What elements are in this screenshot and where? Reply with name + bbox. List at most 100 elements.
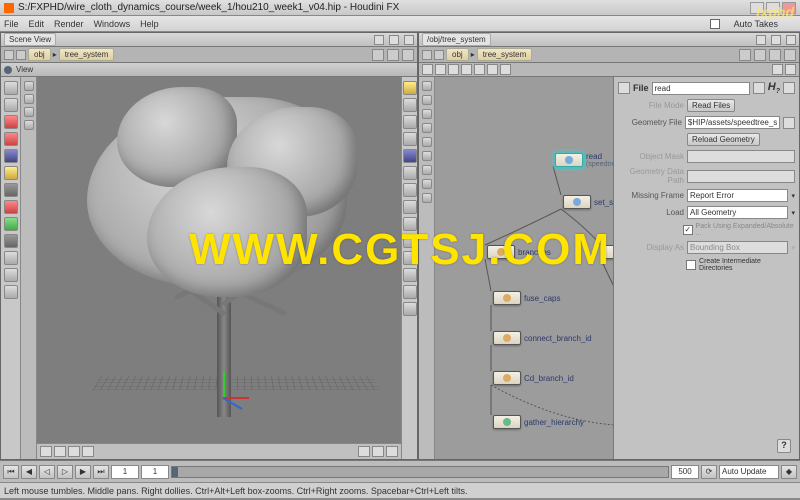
ns7-icon[interactable] <box>422 165 432 175</box>
disp11-icon[interactable] <box>403 251 417 265</box>
path-fwd-icon[interactable] <box>16 50 26 60</box>
nt1-icon[interactable] <box>422 64 433 75</box>
pane2-max-icon[interactable] <box>771 35 781 45</box>
vp-b3-icon[interactable] <box>68 446 80 457</box>
disp1-icon[interactable] <box>403 81 417 95</box>
net-opt-icon[interactable] <box>754 49 766 61</box>
play-prev-button[interactable]: ◀ <box>21 465 37 479</box>
handle-tool-icon[interactable] <box>4 149 18 163</box>
disp8-icon[interactable] <box>403 200 417 214</box>
net-find-icon[interactable] <box>739 49 751 61</box>
nt3-icon[interactable] <box>448 64 459 75</box>
disp12-icon[interactable] <box>403 268 417 282</box>
disp6-icon[interactable] <box>403 166 417 180</box>
misc-tool-icon[interactable] <box>4 251 18 265</box>
nt8-icon[interactable] <box>772 64 783 75</box>
menu-help[interactable]: Help <box>140 19 159 29</box>
ns9-icon[interactable] <box>422 193 432 203</box>
network-canvas[interactable]: read(speedtree_seed_1.bgeo.gz)set_scaleb… <box>419 77 799 459</box>
misc3-tool-icon[interactable] <box>4 285 18 299</box>
net-fwd-icon[interactable] <box>434 50 444 60</box>
disp10-icon[interactable] <box>403 234 417 248</box>
ns8-icon[interactable] <box>422 179 432 189</box>
vp-b5-icon[interactable] <box>358 446 370 457</box>
nt4-icon[interactable] <box>461 64 472 75</box>
flag-icon[interactable] <box>753 82 765 94</box>
play-last-button[interactable]: ⏭ <box>93 465 109 479</box>
key-icon[interactable]: ◆ <box>781 465 797 479</box>
ns3-icon[interactable] <box>422 109 432 119</box>
node-branches[interactable]: branches <box>487 245 551 259</box>
realtime-icon[interactable]: ⟳ <box>701 465 717 479</box>
menu-render[interactable]: Render <box>54 19 84 29</box>
viewport-opt3-icon[interactable] <box>402 49 414 61</box>
vp-b6-icon[interactable] <box>372 446 384 457</box>
node-cd_branch_id[interactable]: Cd_branch_id <box>493 371 574 385</box>
viewport-opt2-icon[interactable] <box>387 49 399 61</box>
nt5-icon[interactable] <box>474 64 485 75</box>
viewport-3d[interactable]: Shaded Wireframe <box>1 77 417 459</box>
close-button[interactable] <box>782 2 796 14</box>
scale-tool-icon[interactable] <box>4 132 18 146</box>
load-select[interactable]: All Geometry <box>687 206 788 219</box>
vp-b7-icon[interactable] <box>386 446 398 457</box>
create-dirs-checkbox[interactable] <box>686 260 696 270</box>
bone-tool-icon[interactable] <box>4 217 18 231</box>
nt6-icon[interactable] <box>487 64 498 75</box>
maximize-button[interactable] <box>766 2 780 14</box>
missing-frame-select[interactable]: Report Error <box>687 189 788 202</box>
play-next-button[interactable]: ▶ <box>75 465 91 479</box>
help-icon[interactable]: ? <box>777 439 791 453</box>
ns4-icon[interactable] <box>422 123 432 133</box>
pane2-close-icon[interactable] <box>786 35 796 45</box>
frame-start-field[interactable]: 1 <box>111 465 139 479</box>
path-tree-system[interactable]: tree_system <box>59 48 115 61</box>
file-browse-icon[interactable] <box>783 117 795 129</box>
nt9-icon[interactable] <box>785 64 796 75</box>
read-files-button[interactable]: Read Files <box>687 99 735 112</box>
ns5-icon[interactable] <box>422 137 432 147</box>
path-back-icon[interactable] <box>4 50 14 60</box>
play-fwd-button[interactable]: ▷ <box>57 465 73 479</box>
net-opt2-icon[interactable] <box>769 49 781 61</box>
node-connect_branch_id[interactable]: connect_branch_id <box>493 331 592 345</box>
net-path-obj[interactable]: obj <box>446 48 469 61</box>
timeline-track[interactable] <box>171 466 669 478</box>
select-tool-icon[interactable] <box>4 81 18 95</box>
play-first-button[interactable]: ⏮ <box>3 465 19 479</box>
brush-tool-icon[interactable] <box>4 166 18 180</box>
node-gather_hierarchy[interactable]: gather_hierarchy <box>493 415 584 429</box>
pane-menu-icon[interactable] <box>374 35 384 45</box>
nt2-icon[interactable] <box>435 64 446 75</box>
pose-tool-icon[interactable] <box>4 234 18 248</box>
update-mode-select[interactable]: Auto Update <box>719 465 779 479</box>
misc2-tool-icon[interactable] <box>4 268 18 282</box>
pane2-menu-icon[interactable] <box>756 35 766 45</box>
snap1-icon[interactable] <box>24 81 34 91</box>
pane-max-icon[interactable] <box>389 35 399 45</box>
pin-icon[interactable] <box>4 66 12 74</box>
net-back-icon[interactable] <box>422 50 432 60</box>
minimize-button[interactable] <box>750 2 764 14</box>
snap4-icon[interactable] <box>24 120 34 130</box>
path-obj[interactable]: obj <box>28 48 51 61</box>
menu-windows[interactable]: Windows <box>94 19 131 29</box>
disp2-icon[interactable] <box>403 98 417 112</box>
disp14-icon[interactable] <box>403 302 417 316</box>
play-rev-button[interactable]: ◁ <box>39 465 55 479</box>
frame-cur-field[interactable]: 1 <box>141 465 169 479</box>
pack-checkbox[interactable] <box>683 225 693 235</box>
node-name-field[interactable]: read <box>652 82 750 95</box>
ns1-icon[interactable] <box>422 81 432 91</box>
scene-view-tab[interactable]: Scene View <box>4 33 56 46</box>
menu-edit[interactable]: Edit <box>29 19 45 29</box>
ns6-icon[interactable] <box>422 151 432 161</box>
light-tool-icon[interactable] <box>4 200 18 214</box>
geometry-file-field[interactable]: $HIP/assets/speedtree_s <box>685 116 780 129</box>
snap3-icon[interactable] <box>24 107 34 117</box>
move-tool-icon[interactable] <box>4 98 18 112</box>
gear-icon[interactable] <box>783 82 795 94</box>
net-opt3-icon[interactable] <box>784 49 796 61</box>
reload-geometry-button[interactable]: Reload Geometry <box>687 133 760 146</box>
auto-takes-checkbox[interactable] <box>710 19 720 29</box>
